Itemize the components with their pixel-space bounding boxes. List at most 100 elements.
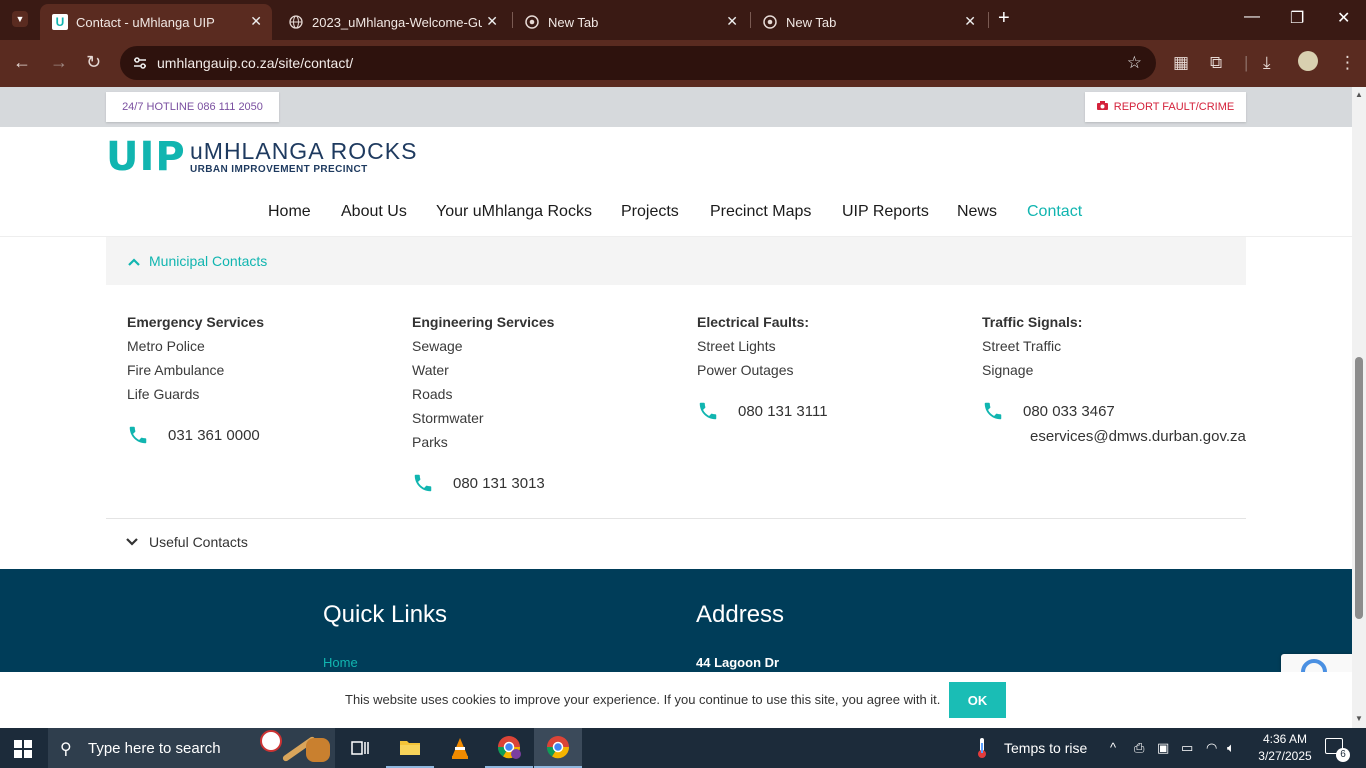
top-strip: 24/7 HOTLINE 086 111 2050 REPORT FAULT/C… xyxy=(0,87,1352,127)
menu-about-us[interactable]: About Us xyxy=(341,203,407,221)
tab-search-icon[interactable]: ▼ xyxy=(12,11,28,27)
clock-time: 4:36 AM xyxy=(1262,732,1308,746)
site-settings-icon[interactable] xyxy=(132,55,148,76)
extensions-icon[interactable]: ⧉ xyxy=(1210,53,1222,73)
uip-favicon-icon: U xyxy=(52,14,68,30)
tab-title: Contact - uMhlanga UIP xyxy=(76,14,215,30)
close-window-icon[interactable]: ✕ xyxy=(1337,8,1350,28)
thermometer-icon[interactable] xyxy=(975,737,989,762)
windows-start-icon[interactable] xyxy=(14,740,32,763)
menu-uip-reports[interactable]: UIP Reports xyxy=(842,203,929,221)
list-item: Sewage xyxy=(412,338,463,354)
meet-now-icon[interactable]: ⎙ xyxy=(1134,740,1144,756)
tab-welcome-guide[interactable]: 2023_uMhlanga-Welcome-Guid ✕ xyxy=(276,4,508,40)
footer-link-home[interactable]: Home xyxy=(323,655,358,670)
tb-divider: | xyxy=(1244,53,1249,72)
engineering-services-column: Engineering Services Sewage Water Roads … xyxy=(412,310,554,454)
download-icon[interactable]: ⤓ xyxy=(1263,53,1271,73)
wifi-icon[interactable]: ◠ xyxy=(1206,740,1217,756)
phone-number: 080 033 3467 xyxy=(1023,402,1115,420)
weather-text[interactable]: Temps to rise xyxy=(1004,740,1087,756)
address-bar[interactable]: umhlangauip.co.za/site/contact/ ☆ xyxy=(120,46,1156,80)
chevron-up-icon xyxy=(128,253,140,271)
list-item: Roads xyxy=(412,386,453,402)
taskbar-search[interactable]: ⚲ Type here to search xyxy=(48,728,335,768)
emergency-phone[interactable]: 031 361 0000 xyxy=(127,424,260,446)
engineering-phone[interactable]: 080 131 3013 xyxy=(412,472,545,494)
close-tab-icon[interactable]: ✕ xyxy=(486,13,498,30)
new-tab-button[interactable]: + xyxy=(998,7,1010,30)
report-fault-button[interactable]: REPORT FAULT/CRIME xyxy=(1085,92,1246,122)
phone-icon xyxy=(984,402,1002,420)
logo-name: uMHLANGA ROCKS xyxy=(190,138,418,164)
chrome-icon xyxy=(762,14,778,30)
volume-icon[interactable]: 🔈︎ xyxy=(1227,740,1235,756)
file-explorer-icon[interactable] xyxy=(386,728,434,768)
column-heading: Emergency Services xyxy=(127,314,264,330)
tab-new-1[interactable]: New Tab ✕ xyxy=(512,4,748,40)
list-item: Signage xyxy=(982,362,1034,378)
column-heading: Traffic Signals: xyxy=(982,314,1083,330)
scroll-down-icon[interactable]: ▼ xyxy=(1355,714,1363,723)
phone-icon xyxy=(414,474,432,492)
system-clock[interactable]: 4:36 AM 3/27/2025 xyxy=(1250,731,1320,765)
profile-avatar[interactable] xyxy=(1298,51,1318,71)
tab-contact[interactable]: U Contact - uMhlanga UIP ✕ xyxy=(40,4,272,40)
back-icon[interactable]: ← xyxy=(13,52,31,73)
chrome-active-icon[interactable] xyxy=(534,728,582,768)
menu-projects[interactable]: Projects xyxy=(621,203,679,221)
municipal-contacts-toggle[interactable]: Municipal Contacts xyxy=(106,237,1246,285)
battery-icon[interactable]: ▭ xyxy=(1181,740,1193,756)
menu-precinct-maps[interactable]: Precinct Maps xyxy=(710,203,811,221)
url-text[interactable]: umhlangauip.co.za/site/contact/ xyxy=(157,55,353,71)
chrome-profile-icon[interactable] xyxy=(485,728,533,768)
quick-links-title: Quick Links xyxy=(323,601,448,628)
useful-contacts-label: Useful Contacts xyxy=(149,534,248,550)
reload-icon[interactable]: ↻ xyxy=(86,52,101,73)
useful-contacts-toggle[interactable]: Useful Contacts xyxy=(106,533,406,553)
column-heading: Electrical Faults: xyxy=(697,314,810,330)
vlc-icon[interactable] xyxy=(436,728,484,768)
traffic-phone[interactable]: 080 033 3467 xyxy=(982,400,1115,422)
close-tab-icon[interactable]: ✕ xyxy=(964,13,976,30)
municipal-contacts-label: Municipal Contacts xyxy=(149,253,268,269)
close-tab-icon[interactable]: ✕ xyxy=(250,13,262,30)
phone-number: 031 361 0000 xyxy=(168,426,260,444)
list-item: Water xyxy=(412,362,449,378)
screen-icon[interactable]: ▣ xyxy=(1157,740,1169,756)
forward-icon[interactable]: → xyxy=(50,52,68,73)
list-item: Life Guards xyxy=(127,386,200,402)
list-item: Street Traffic xyxy=(982,338,1062,354)
menu-contact[interactable]: Contact xyxy=(1027,203,1082,221)
page-scrollbar[interactable]: ▲ ▼ xyxy=(1352,87,1366,728)
minimize-icon[interactable]: — xyxy=(1244,8,1260,26)
cookie-banner: This website uses cookies to improve you… xyxy=(0,672,1352,728)
bookmark-star-icon[interactable]: ☆ xyxy=(1127,53,1142,73)
accordion-divider xyxy=(106,518,1246,519)
cookie-ok-button[interactable]: OK xyxy=(949,682,1006,718)
menu-your-umhlanga[interactable]: Your uMhlanga Rocks xyxy=(436,203,592,221)
electrical-phone[interactable]: 080 131 3111 xyxy=(697,400,828,422)
phone-number: 080 131 3111 xyxy=(738,402,828,420)
qr-code-icon[interactable]: ▦ xyxy=(1173,53,1189,73)
site-footer: Quick Links Address Home 44 Lagoon Dr xyxy=(0,569,1352,672)
hotline-button[interactable]: 24/7 HOTLINE 086 111 2050 xyxy=(106,92,279,122)
address-title: Address xyxy=(696,601,785,628)
list-item: Street Lights xyxy=(697,338,776,354)
hotline-label: 24/7 HOTLINE 086 111 2050 xyxy=(122,101,263,113)
menu-kebab-icon[interactable]: ⋮ xyxy=(1339,53,1356,73)
scroll-up-icon[interactable]: ▲ xyxy=(1355,90,1363,99)
logo-subtitle: URBAN IMPROVEMENT PRECINCT xyxy=(190,164,368,175)
show-hidden-icons-icon[interactable]: ^ xyxy=(1110,740,1116,755)
menu-news[interactable]: News xyxy=(957,203,997,221)
task-view-icon[interactable] xyxy=(336,728,384,768)
close-tab-icon[interactable]: ✕ xyxy=(726,13,738,30)
restore-icon[interactable]: ❐ xyxy=(1290,8,1304,28)
menu-home[interactable]: Home xyxy=(268,203,311,221)
scrollbar-thumb[interactable] xyxy=(1355,357,1363,619)
tab-new-2[interactable]: New Tab ✕ xyxy=(750,4,986,40)
list-item: Parks xyxy=(412,434,448,450)
traffic-email-link[interactable]: eservices@dmws.durban.gov.za xyxy=(1030,428,1246,445)
recaptcha-badge[interactable] xyxy=(1281,654,1352,672)
uip-logo[interactable]: UIP uMHLANGA ROCKS URBAN IMPROVEMENT PRE… xyxy=(106,137,416,177)
